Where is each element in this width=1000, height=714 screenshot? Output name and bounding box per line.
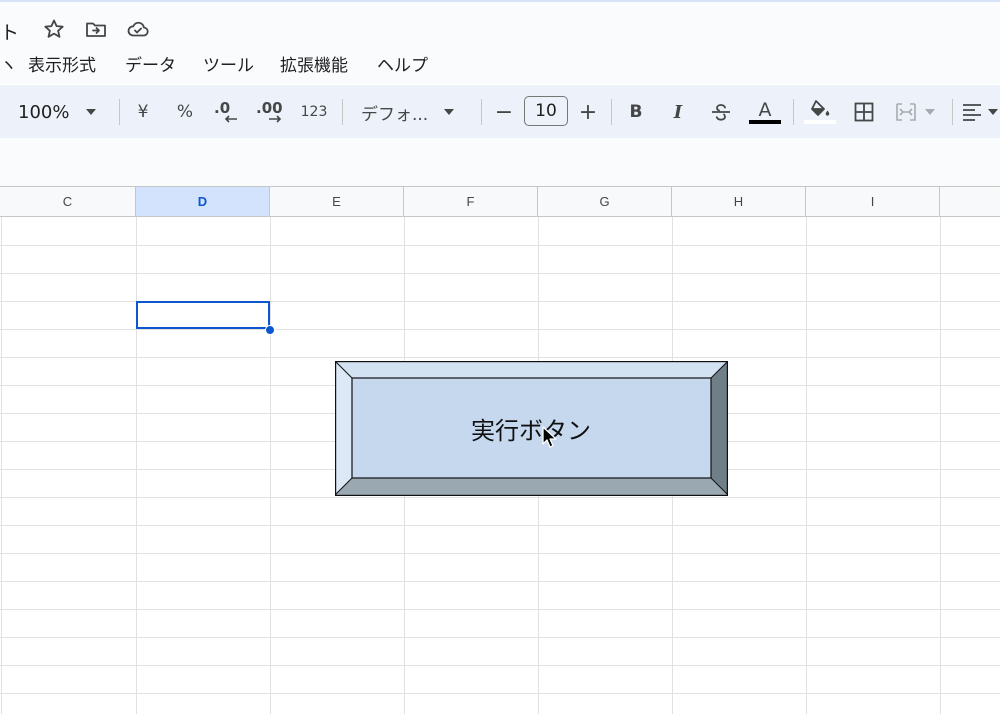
percent-format-button[interactable]: % [174,97,196,127]
column-header-e[interactable]: E [270,186,404,217]
row-gridline [0,357,1000,358]
number-format-label: 123 [300,104,328,120]
row-gridline [0,609,1000,610]
align-dropdown-icon [988,109,998,115]
borders-button[interactable] [853,97,875,127]
font-size-input[interactable]: 10 [524,96,568,126]
increase-decimal-label: .00 [256,99,283,117]
column-header-g[interactable]: G [538,186,672,217]
menu-extensions[interactable]: 拡張機能 [280,51,348,76]
currency-format-button[interactable]: ¥ [132,97,154,127]
row-gridline [0,273,1000,274]
row-gridline [0,525,1000,526]
column-header-d[interactable]: D [136,186,270,217]
row-gridline [0,693,1000,694]
menu-help[interactable]: ヘルプ [377,51,428,76]
text-color-swatch [749,120,781,124]
row-gridline [0,581,1000,582]
column-header-label: I [870,194,875,209]
toolbar-separator [342,99,343,125]
column-header-label: F [466,194,475,209]
toolbar-separator [793,99,794,125]
percent-label: % [176,102,194,122]
borders-icon [854,102,874,122]
italic-button[interactable]: I [668,97,688,127]
menu-insert[interactable]: ヽ [0,51,17,76]
row-gridline [0,665,1000,666]
toolbar-separator [611,99,612,125]
menu-tools[interactable]: ツール [203,51,254,76]
merge-cells-button[interactable] [895,97,945,127]
mouse-pointer-icon [542,426,558,448]
number-format-button[interactable]: 123 [300,97,328,127]
font-family-value: デフォ... [361,104,429,125]
menu-format[interactable]: 表示形式 [28,51,96,76]
column-header-i[interactable]: I [806,186,940,217]
font-dropdown-icon [444,109,455,115]
column-header-c[interactable]: C [0,186,136,217]
bold-label: B [629,102,643,122]
fill-handle[interactable] [265,325,275,335]
increase-font-size-button[interactable]: + [578,97,598,127]
column-gridline [270,217,271,714]
column-header-label: E [332,194,341,209]
active-cell[interactable] [136,301,270,329]
arrow-left-icon [224,115,238,123]
decrease-decimal-label: .0 [214,99,231,117]
italic-label: I [673,101,683,123]
column-header-label: C [62,194,73,209]
column-header-h[interactable]: H [672,186,806,217]
column-gridline [1,217,2,714]
text-color-button[interactable]: A [749,97,781,127]
column-header-f[interactable]: F [404,186,538,217]
star-icon[interactable] [42,17,66,41]
move-to-folder-icon[interactable] [84,17,108,41]
font-size-value: 10 [535,101,557,121]
fill-color-swatch [804,120,836,124]
bold-button[interactable]: B [626,97,646,127]
zoom-dropdown-icon [86,109,97,115]
decrease-decimal-button[interactable]: .0 [214,97,242,127]
column-gridline [806,217,807,714]
text-color-letter: A [758,99,772,121]
zoom-value: 100% [18,101,70,123]
plus-icon: + [578,99,598,125]
toolbar-separator [119,99,120,125]
strikethrough-button[interactable] [710,97,732,127]
menu-data[interactable]: データ [125,51,176,76]
formula-bar-area [0,138,1000,186]
column-header-label: D [197,194,208,209]
column-gridline [940,217,941,714]
arrow-right-icon [268,115,282,123]
title-bar [0,2,1000,48]
column-header-j[interactable] [940,186,1000,217]
minus-icon: − [494,99,514,125]
column-header-label: H [733,194,744,209]
toolbar-separator [481,99,482,125]
row-gridline [0,329,1000,330]
horizontal-align-button[interactable] [962,97,1000,127]
toolbar-separator [952,99,953,125]
document-title[interactable]: ト [0,18,19,45]
fill-color-button[interactable] [804,97,836,127]
merge-cells-icon [895,102,917,122]
run-button-label: 実行ボタン [471,416,591,445]
align-left-icon [962,103,982,121]
merge-dropdown-icon [925,109,935,115]
paint-bucket-icon [809,100,831,118]
row-gridline [0,245,1000,246]
row-gridline [0,553,1000,554]
column-gridline [136,217,137,714]
font-family-select[interactable]: デフォ... [361,97,465,127]
zoom-select[interactable]: 100% [18,97,106,127]
strikethrough-icon [711,103,731,121]
column-header-label: G [599,194,610,209]
cloud-saved-icon[interactable] [126,17,150,41]
decrease-font-size-button[interactable]: − [494,97,514,127]
currency-label: ¥ [137,102,149,122]
row-gridline [0,637,1000,638]
increase-decimal-button[interactable]: .00 [256,97,286,127]
row-gridline [0,497,1000,498]
